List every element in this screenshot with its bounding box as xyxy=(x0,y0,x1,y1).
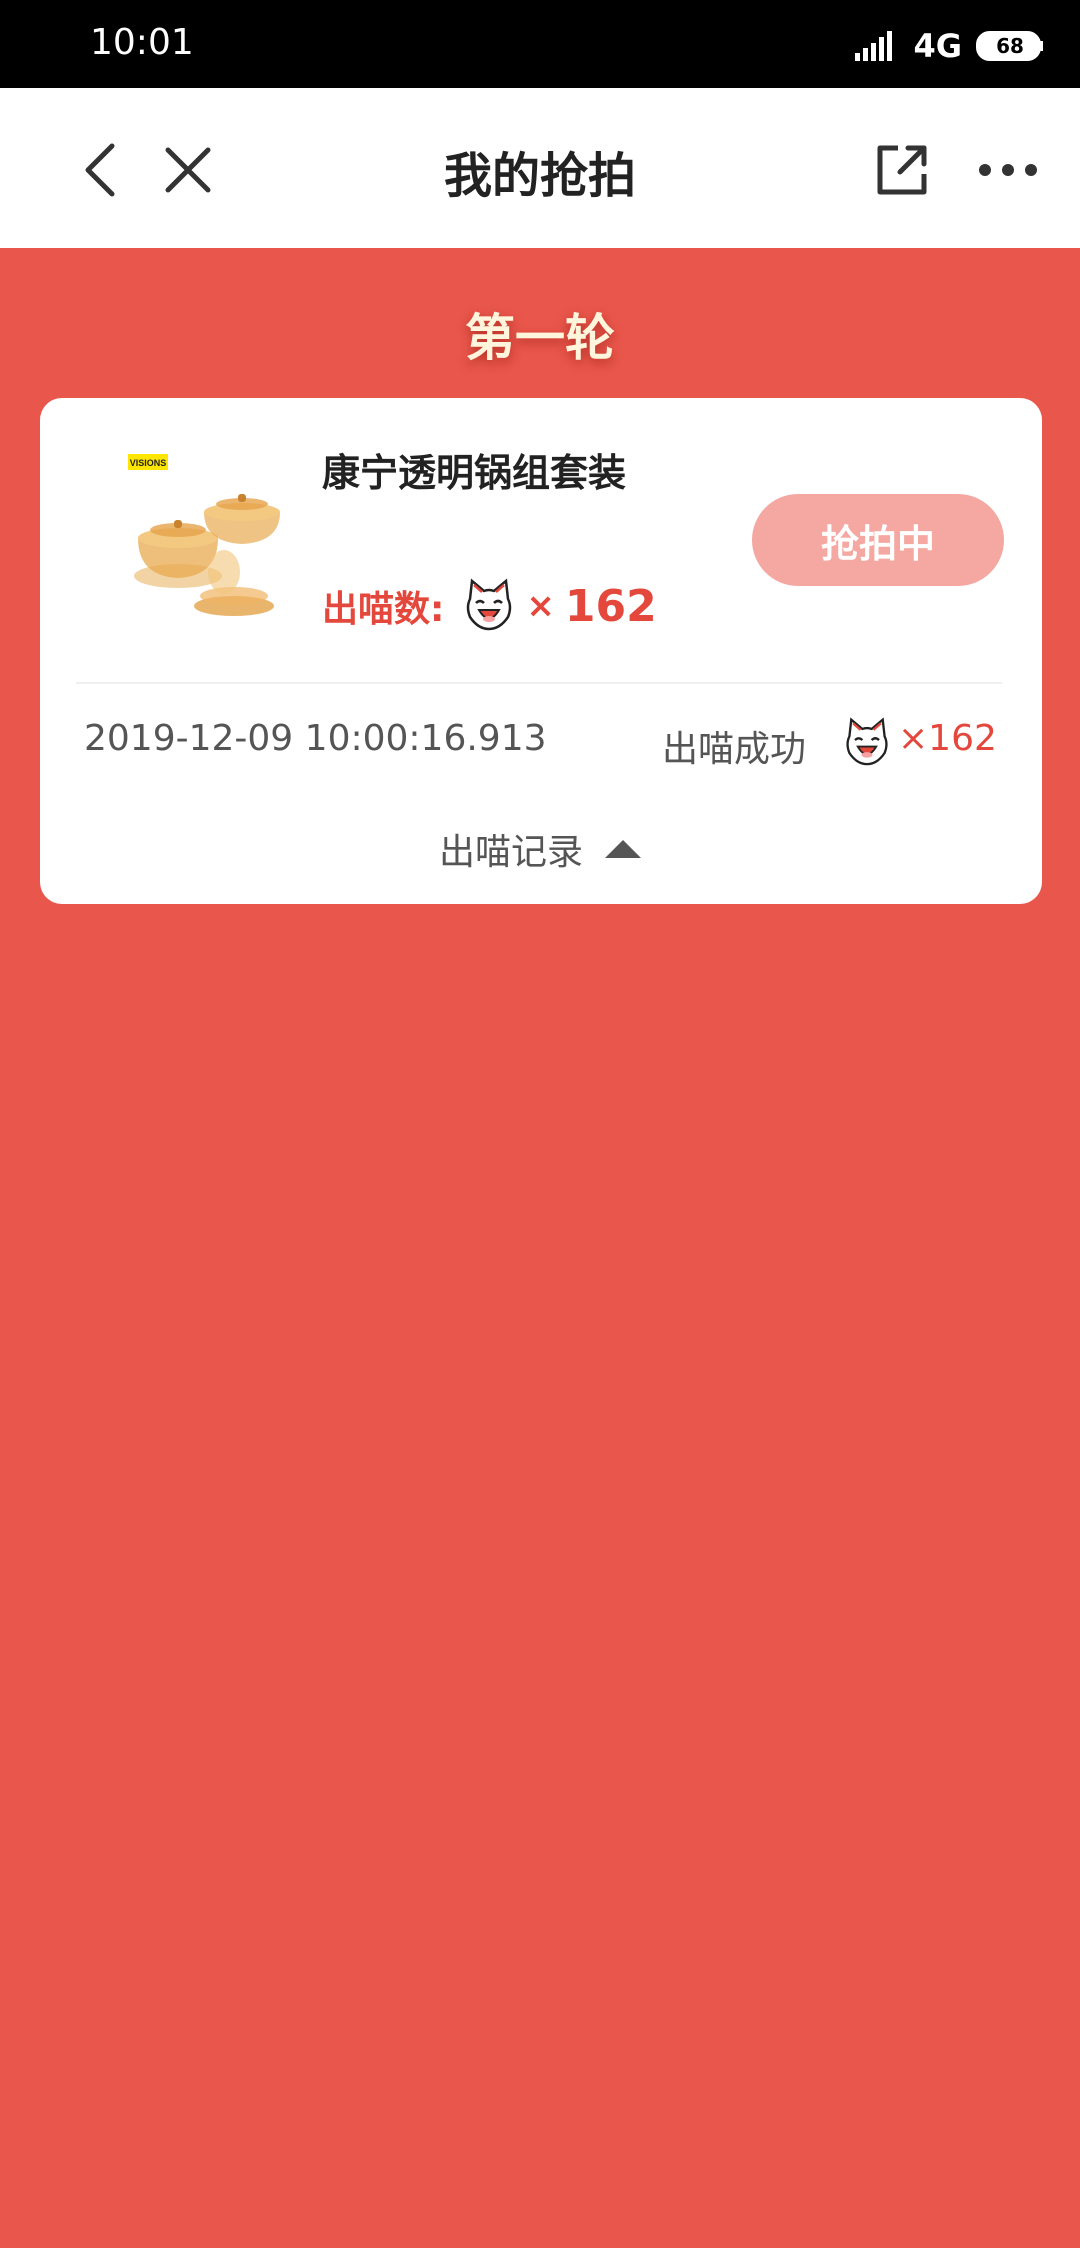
more-button[interactable] xyxy=(976,138,1040,202)
cat-coin-icon xyxy=(842,716,892,770)
brand-logo: VISIONS xyxy=(130,458,167,468)
battery-icon: 68 xyxy=(976,31,1044,61)
share-button[interactable] xyxy=(870,138,934,202)
share-icon xyxy=(877,145,927,195)
triangle-up-icon xyxy=(605,840,641,858)
bid-card: VISIONS 康宁透明锅组套装 出喵数: × 162 抢拍中 2019-12-… xyxy=(40,398,1042,904)
bidding-status-button[interactable]: 抢拍中 xyxy=(752,494,1004,586)
bid-times-sign: × xyxy=(526,586,555,626)
record-count: ×162 xyxy=(898,718,997,759)
more-icon xyxy=(979,164,1037,176)
round-title: 第一轮 xyxy=(465,309,615,367)
status-indicators: 4G 68 xyxy=(855,26,1044,66)
battery-level: 68 xyxy=(996,34,1024,58)
product-image[interactable]: VISIONS xyxy=(84,446,284,626)
status-time: 10:01 xyxy=(90,22,194,63)
divider xyxy=(76,682,1002,684)
bid-summary: 出喵数: × 162 xyxy=(322,578,657,634)
network-label: 4G xyxy=(913,27,962,65)
record-toggle-label: 出喵记录 xyxy=(438,832,583,873)
status-bar: 10:01 4G 68 xyxy=(0,0,1080,88)
signal-icon xyxy=(855,31,899,61)
cat-coin-icon xyxy=(462,577,516,635)
product-name[interactable]: 康宁透明锅组套装 xyxy=(322,442,626,497)
nav-bar: 我的抢拍 xyxy=(0,88,1080,248)
bid-count: 162 xyxy=(564,580,657,632)
record-time: 2019-12-09 10:00:16.913 xyxy=(84,718,547,759)
record-status: 出喵成功 xyxy=(662,729,807,770)
record-toggle[interactable]: 出喵记录 xyxy=(40,824,1042,874)
bid-label: 出喵数: xyxy=(322,589,445,630)
